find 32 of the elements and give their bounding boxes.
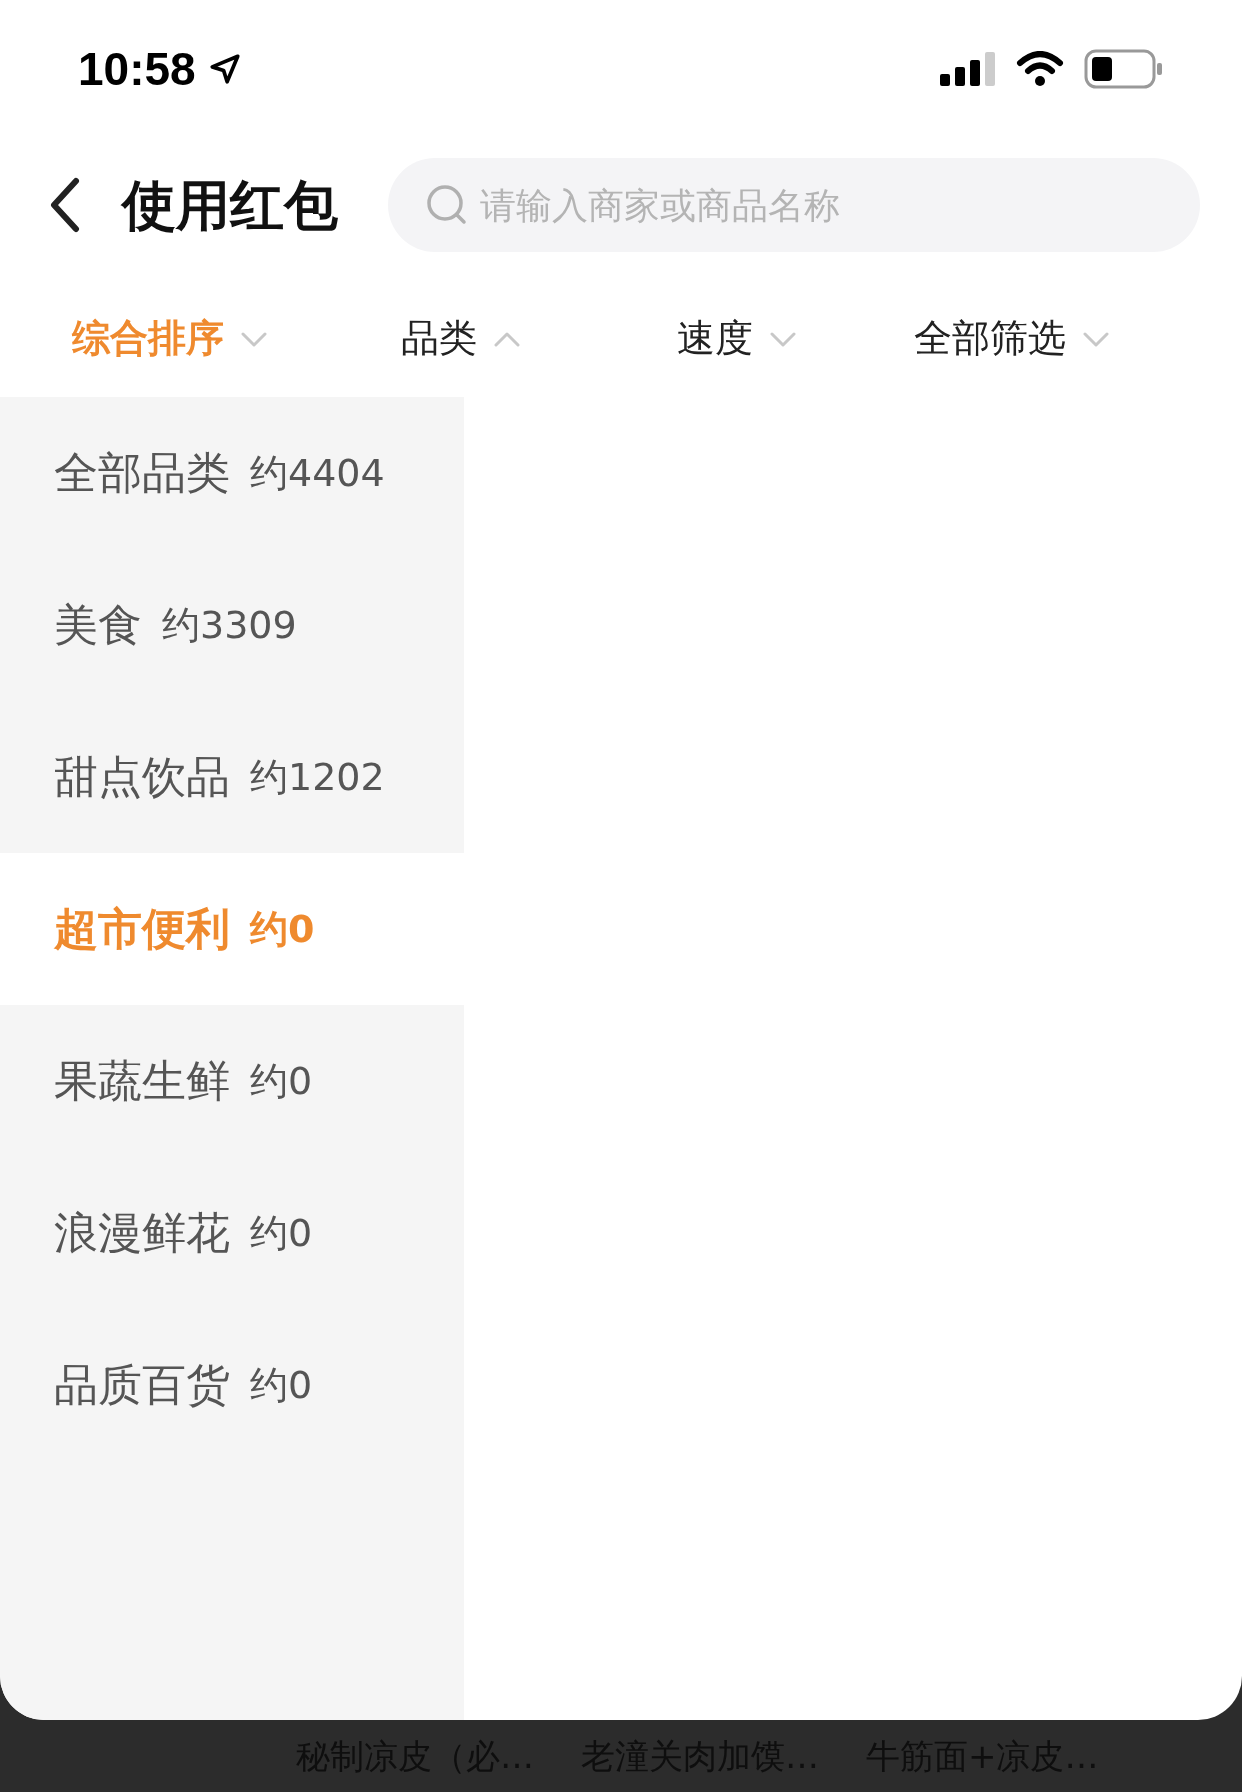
category-count: 约4404: [250, 449, 385, 497]
signal-icon: [940, 52, 996, 86]
category-name: 浪漫鲜花: [54, 1206, 230, 1260]
status-time: 10:58: [78, 41, 196, 97]
search-icon: [426, 184, 468, 226]
category-name: 超市便利: [54, 902, 230, 956]
location-arrow-icon: [207, 52, 242, 86]
category-item[interactable]: 浪漫鲜花 约0: [0, 1157, 464, 1309]
category-name: 甜点饮品: [54, 750, 230, 804]
category-count: 约1202: [250, 753, 385, 801]
category-count: 约3309: [162, 601, 297, 649]
filter-tab[interactable]: 速度: [602, 310, 872, 367]
category-item[interactable]: 果蔬生鲜 约0: [0, 1005, 464, 1157]
category-item[interactable]: 美食 约3309: [0, 549, 464, 701]
category-count: 约0: [250, 1361, 313, 1409]
category-item[interactable]: 全部品类 约4404: [0, 397, 464, 549]
back-icon: [48, 177, 82, 233]
category-count: 约0: [250, 1057, 313, 1105]
category-name: 美食: [54, 598, 142, 652]
search-field[interactable]: 请输入商家或商品名称: [388, 158, 1200, 252]
wifi-icon: [1016, 51, 1064, 87]
category-item[interactable]: 品质百货 约0: [0, 1309, 464, 1461]
category-item[interactable]: 甜点饮品 约1202: [0, 701, 464, 853]
category-count: 约0: [250, 905, 315, 953]
category-name: 全部品类: [54, 446, 230, 500]
page-title: 使用红包: [122, 172, 338, 239]
category-name: 品质百货: [54, 1358, 230, 1412]
filter-tab[interactable]: 品类: [320, 310, 602, 367]
battery-icon: [1084, 49, 1164, 89]
category-name: 果蔬生鲜: [54, 1054, 230, 1108]
category-count: 约0: [250, 1209, 313, 1257]
filter-tab[interactable]: 全部筛选: [872, 310, 1152, 367]
